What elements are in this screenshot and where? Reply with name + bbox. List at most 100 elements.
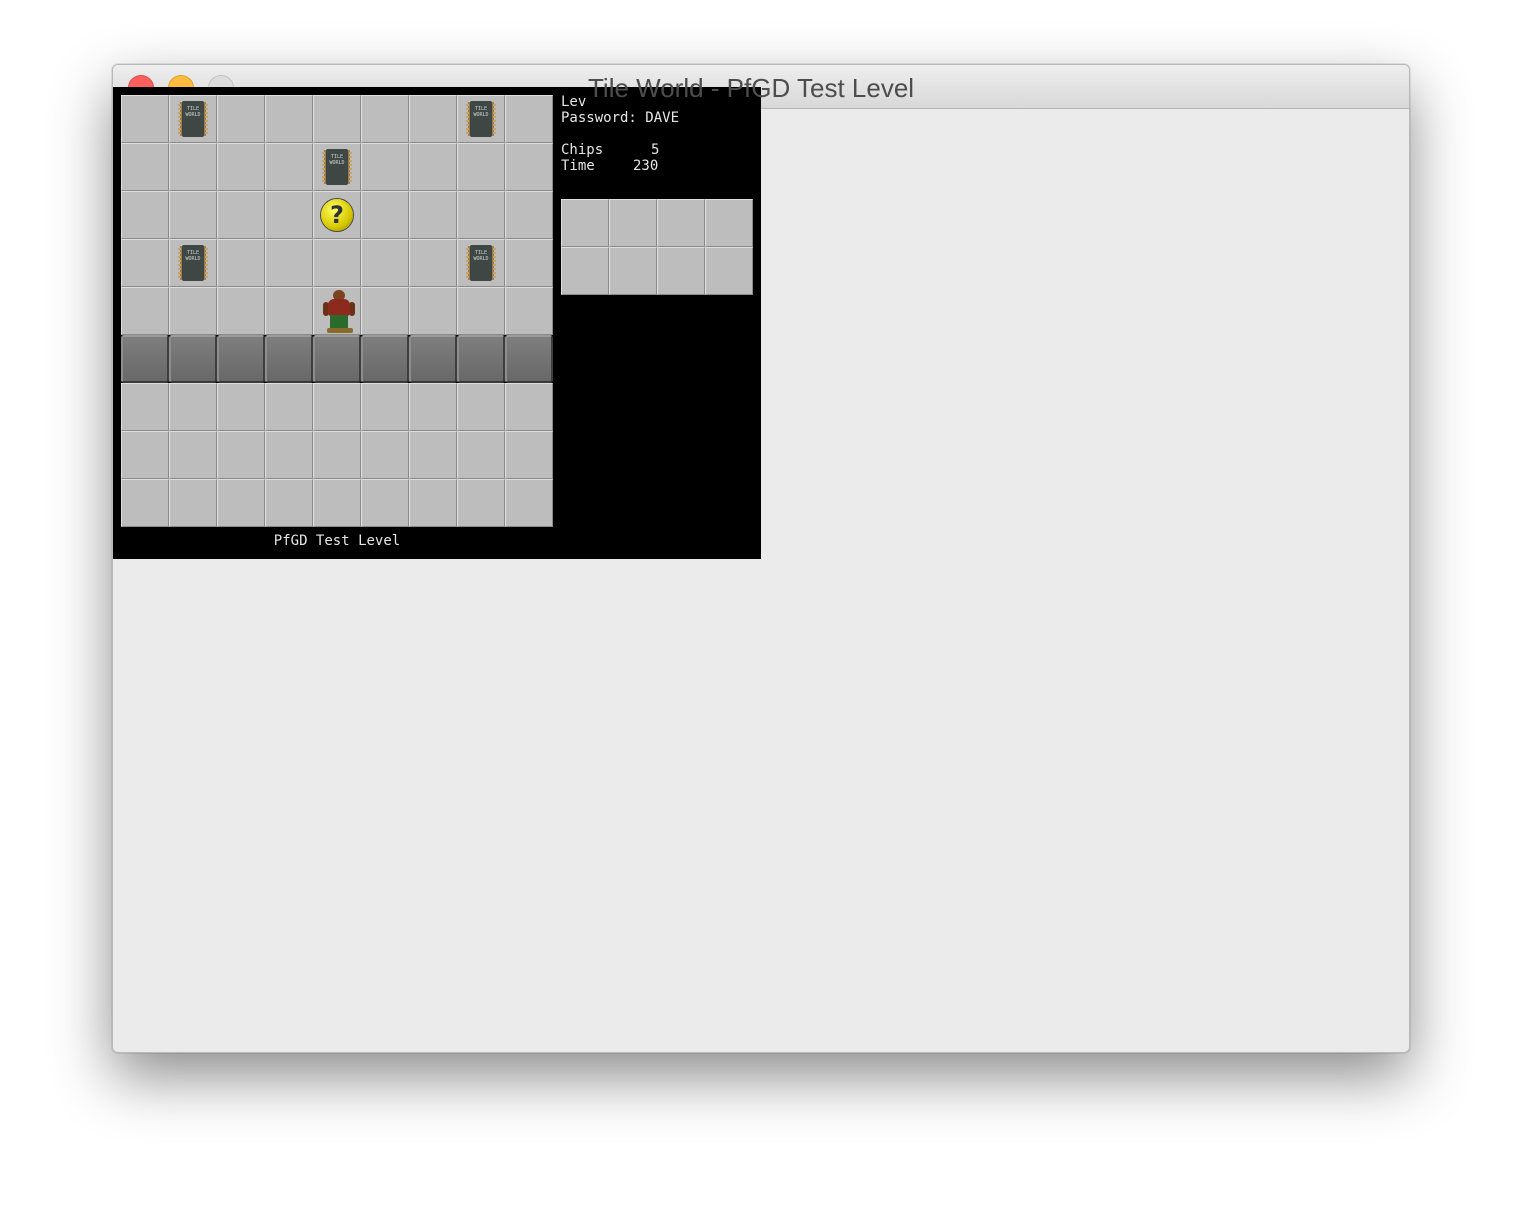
floor-tile [265,239,313,287]
floor-tile [457,191,505,239]
floor-tile: TILE WORLD [169,239,217,287]
floor-tile: TILE WORLD [313,143,361,191]
floor-tile [313,383,361,431]
floor-tile [361,143,409,191]
floor-tile [457,287,505,335]
game-area: TILE WORLD TILE WORLD TILE WORLD? TILE WORL… [113,87,761,559]
floor-tile [217,287,265,335]
floor-tile [361,95,409,143]
floor-tile [409,239,457,287]
floor-tile [265,479,313,527]
floor-tile [505,191,553,239]
floor-tile [361,191,409,239]
floor-tile [505,143,553,191]
floor-tile [121,95,169,143]
inventory-slot [561,199,609,247]
inventory-slot [657,247,705,295]
floor-tile [457,431,505,479]
chip-label: TILE WORLD [185,250,201,262]
floor-tile [409,287,457,335]
game-board[interactable]: TILE WORLD TILE WORLD TILE WORLD? TILE WORL… [121,95,553,527]
app-window: TILE WORLD TILE WORLD TILE WORLD? TILE WORL… [112,64,1410,1053]
floor-tile [409,383,457,431]
floor-tile [361,239,409,287]
floor-tile [121,287,169,335]
computer-chip-icon: TILE WORLD [322,149,352,185]
floor-tile [505,287,553,335]
computer-chip-icon: TILE WORLD [466,101,496,137]
inventory-slot [561,247,609,295]
floor-tile [505,431,553,479]
wall-tile [313,335,361,383]
floor-tile [409,95,457,143]
inventory-grid [561,199,753,295]
floor-tile [505,95,553,143]
floor-tile [169,191,217,239]
floor-tile [265,191,313,239]
chip-label: TILE WORLD [473,106,489,118]
floor-tile [169,287,217,335]
chip-label: TILE WORLD [329,154,345,166]
floor-tile [505,383,553,431]
inventory-slot [705,199,753,247]
floor-tile [361,287,409,335]
floor-tile [169,143,217,191]
floor-tile [121,239,169,287]
player-character-icon [322,290,356,334]
password-value: DAVE [645,110,680,126]
floor-tile [169,431,217,479]
wall-tile [457,335,505,383]
password-line: Password: DAVE [561,110,679,126]
floor-tile [265,287,313,335]
floor-tile [121,191,169,239]
hint-icon: ? [321,199,353,231]
computer-chip-icon: TILE WORLD [178,245,208,281]
floor-tile: ? [313,191,361,239]
floor-tile [217,431,265,479]
floor-tile: TILE WORLD [457,239,505,287]
floor-tile [361,479,409,527]
floor-tile [169,383,217,431]
level-name: PfGD Test Level [273,533,401,549]
floor-tile [457,383,505,431]
floor-tile [121,479,169,527]
floor-tile [361,383,409,431]
chip-label: TILE WORLD [185,106,201,118]
wall-tile [121,335,169,383]
inventory-slot [609,247,657,295]
floor-tile [505,239,553,287]
floor-tile [217,95,265,143]
floor-tile [121,143,169,191]
floor-tile [121,431,169,479]
floor-tile [361,431,409,479]
chips-value: 5 [651,142,660,158]
floor-tile: TILE WORLD [457,95,505,143]
floor-tile [313,95,361,143]
inventory-slot [705,247,753,295]
floor-tile [217,191,265,239]
floor-tile [505,479,553,527]
chips-label: Chips [561,142,604,158]
floor-tile [265,143,313,191]
computer-chip-icon: TILE WORLD [466,245,496,281]
time-value: 230 [633,158,659,174]
floor-tile [313,239,361,287]
floor-tile [169,479,217,527]
floor-tile [121,383,169,431]
wall-tile [265,335,313,383]
floor-tile [457,479,505,527]
floor-tile [409,479,457,527]
floor-tile [313,479,361,527]
window-title: Tile World - PfGD Test Level [588,73,915,103]
computer-chip-icon: TILE WORLD [178,101,208,137]
floor-tile [313,431,361,479]
inventory-slot [609,199,657,247]
wall-tile [169,335,217,383]
floor-tile [313,287,361,335]
floor-tile [217,479,265,527]
wall-tile [505,335,553,383]
floor-tile [217,383,265,431]
wall-tile [217,335,265,383]
wall-tile [361,335,409,383]
floor-tile [217,239,265,287]
